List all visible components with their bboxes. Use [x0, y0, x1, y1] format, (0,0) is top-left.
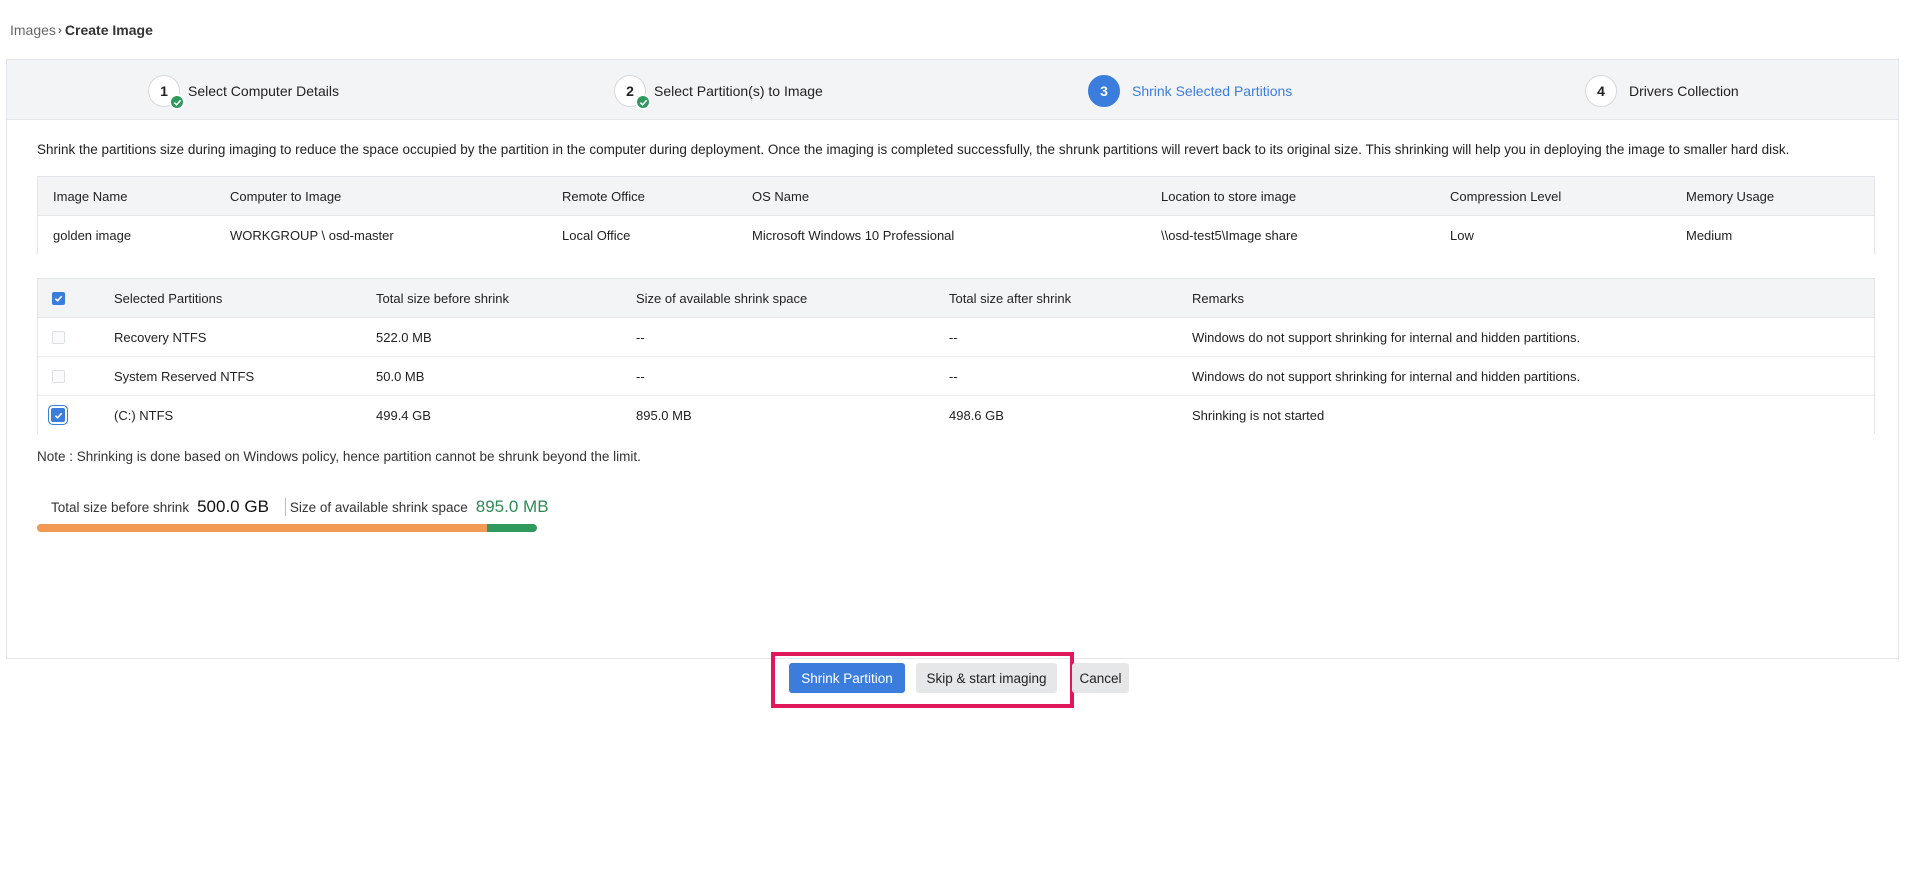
cell-memory-usage: Medium — [1686, 227, 1733, 243]
partition-checkbox-system-reserved[interactable] — [52, 357, 65, 395]
check-icon — [635, 94, 651, 110]
cell-partition-name: Recovery NTFS — [114, 329, 207, 345]
summary-before-value: 500.0 GB — [197, 497, 269, 516]
cell-available: -- — [636, 368, 645, 384]
cell-remote-office: Local Office — [562, 227, 631, 243]
cell-before: 499.4 GB — [376, 407, 431, 423]
table-row: golden image WORKGROUP \ osd-master Loca… — [38, 216, 1874, 254]
step-drivers-collection[interactable]: 4 Drivers Collection — [1585, 75, 1739, 107]
cell-after: -- — [949, 329, 958, 345]
header-remarks: Remarks — [1192, 290, 1245, 306]
breadcrumb-images-link[interactable]: Images — [10, 22, 56, 38]
table-header-row: Image Name Computer to Image Remote Offi… — [38, 177, 1874, 216]
header-compression-level: Compression Level — [1450, 188, 1562, 204]
partitions-table: Selected Partitions Total size before sh… — [37, 278, 1875, 434]
breadcrumb: Images › Create Image — [10, 22, 153, 38]
cell-compression-level: Low — [1450, 227, 1474, 243]
cell-remarks: Windows do not support shrinking for int… — [1192, 329, 1581, 345]
shrink-partition-button[interactable]: Shrink Partition — [789, 663, 905, 693]
image-info-table: Image Name Computer to Image Remote Offi… — [37, 176, 1875, 254]
step-number: 2 — [614, 75, 651, 110]
check-icon — [169, 94, 185, 110]
cell-location: \\osd-test5\Image share — [1161, 227, 1298, 243]
step-label: Drivers Collection — [1629, 83, 1739, 99]
cell-available: 895.0 MB — [636, 407, 692, 423]
cell-os-name: Microsoft Windows 10 Professional — [752, 227, 955, 243]
shrink-progress-bar — [37, 524, 537, 532]
skip-start-imaging-button[interactable]: Skip & start imaging — [916, 663, 1057, 693]
cell-partition-name: System Reserved NTFS — [114, 368, 255, 384]
header-memory-usage: Memory Usage — [1686, 188, 1775, 204]
step-number: 4 — [1585, 75, 1617, 107]
create-image-panel: 1 Select Computer Details 2 Select Parti… — [6, 59, 1899, 708]
header-total-before: Total size before shrink — [376, 290, 509, 306]
cell-partition-name: (C:) NTFS — [114, 407, 174, 423]
table-header-row: Selected Partitions Total size before sh… — [38, 279, 1874, 318]
header-available-shrink: Size of available shrink space — [636, 290, 808, 306]
checkbox-unchecked-icon — [52, 330, 65, 344]
header-os-name: OS Name — [752, 188, 810, 204]
cancel-button[interactable]: Cancel — [1072, 663, 1129, 693]
partition-checkbox-recovery[interactable] — [52, 318, 65, 356]
shrink-policy-note: Note : Shrinking is done based on Window… — [37, 449, 641, 464]
summary-divider — [284, 498, 286, 516]
summary-available-label: Size of available shrink space — [289, 500, 468, 515]
step-shrink-selected-partitions[interactable]: 3 Shrink Selected Partitions — [1088, 75, 1292, 107]
header-image-name: Image Name — [53, 188, 128, 204]
bar-shrink-segment — [487, 524, 537, 532]
step-label: Select Computer Details — [188, 83, 339, 99]
cell-after: -- — [949, 368, 958, 384]
shrink-description: Shrink the partitions size during imagin… — [37, 142, 1790, 157]
cell-computer-to-image: WORKGROUP \ osd-master — [230, 227, 394, 243]
table-row: Recovery NTFS 522.0 MB -- -- Windows do … — [38, 318, 1874, 357]
partition-checkbox-c-drive[interactable] — [51, 396, 65, 434]
breadcrumb-current: Create Image — [64, 22, 153, 38]
header-computer-to-image: Computer to Image — [230, 188, 342, 204]
step-number: 3 — [1088, 75, 1120, 107]
wizard-stepper: 1 Select Computer Details 2 Select Parti… — [7, 60, 1898, 120]
header-selected-partitions: Selected Partitions — [114, 290, 223, 306]
cell-remarks: Windows do not support shrinking for int… — [1192, 368, 1581, 384]
size-summary: Total size before shrink 500.0 GB Size o… — [51, 497, 549, 517]
summary-available-value: 895.0 MB — [475, 497, 549, 516]
step-label: Select Partition(s) to Image — [654, 83, 823, 99]
step-label: Shrink Selected Partitions — [1132, 83, 1293, 99]
summary-before-label: Total size before shrink — [51, 500, 190, 515]
step-select-computer-details[interactable]: 1 Select Computer Details — [148, 75, 339, 110]
table-row: System Reserved NTFS 50.0 MB -- -- Windo… — [38, 357, 1874, 396]
header-remote-office: Remote Office — [562, 188, 645, 204]
header-total-after: Total size after shrink — [949, 290, 1072, 306]
step-number: 1 — [148, 75, 185, 110]
cell-remarks: Shrinking is not started — [1192, 407, 1325, 423]
cell-before: 522.0 MB — [376, 329, 432, 345]
table-row: (C:) NTFS 499.4 GB 895.0 MB 498.6 GB Shr… — [38, 396, 1874, 434]
cell-available: -- — [636, 329, 645, 345]
cell-image-name: golden image — [53, 227, 132, 243]
header-location: Location to store image — [1161, 188, 1297, 204]
select-all-checkbox[interactable] — [52, 279, 65, 317]
checkbox-checked-icon — [52, 291, 65, 305]
chevron-right-icon: › — [57, 23, 62, 37]
step-select-partitions[interactable]: 2 Select Partition(s) to Image — [614, 75, 823, 110]
cell-after: 498.6 GB — [949, 407, 1004, 423]
checkbox-checked-icon — [51, 408, 65, 422]
checkbox-unchecked-icon — [52, 369, 65, 383]
cell-before: 50.0 MB — [376, 368, 425, 384]
bar-used-segment — [37, 524, 487, 532]
